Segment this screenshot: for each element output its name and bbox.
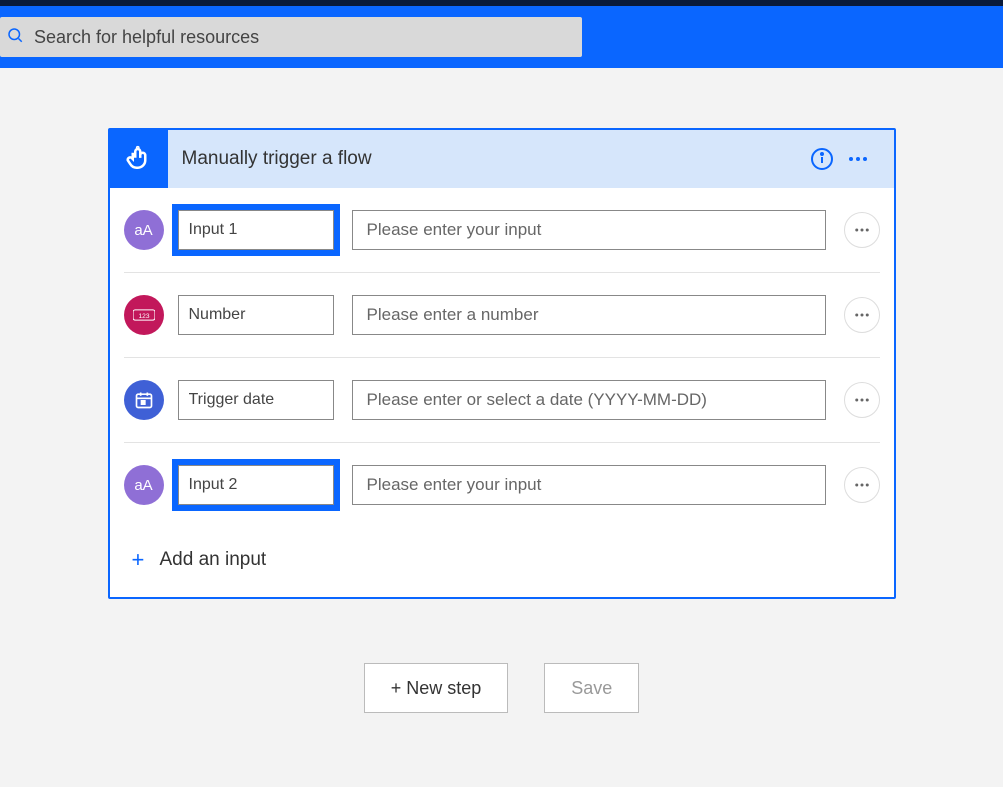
input-row: aA (124, 443, 880, 527)
search-input[interactable] (24, 27, 582, 48)
card-header: Manually trigger a flow (110, 130, 894, 188)
input-description-field[interactable] (352, 465, 826, 505)
row-menu-button[interactable] (844, 212, 880, 248)
row-menu-button[interactable] (844, 382, 880, 418)
input-row (124, 358, 880, 443)
input-description-field[interactable] (352, 380, 826, 420)
top-bar (0, 0, 1003, 68)
manual-trigger-icon (110, 130, 168, 188)
number-type-icon: 123 (124, 295, 164, 335)
input-name-field[interactable] (178, 465, 334, 505)
save-button[interactable]: Save (544, 663, 639, 713)
date-type-icon (124, 380, 164, 420)
card-title: Manually trigger a flow (182, 148, 804, 170)
info-button[interactable] (804, 141, 840, 177)
plus-icon: + (132, 547, 160, 573)
trigger-card: Manually trigger a flow aA 123 aA + Add an… (108, 128, 896, 599)
inputs-list: aA 123 aA (110, 188, 894, 527)
search-box[interactable] (0, 17, 582, 57)
text-type-icon: aA (124, 465, 164, 505)
input-row: aA (124, 188, 880, 273)
add-input-label: Add an input (160, 549, 267, 571)
input-name-field[interactable] (178, 210, 334, 250)
input-name-field[interactable] (178, 295, 334, 335)
input-description-field[interactable] (352, 210, 826, 250)
search-icon (6, 26, 24, 49)
input-row: 123 (124, 273, 880, 358)
card-menu-button[interactable] (840, 141, 876, 177)
row-menu-button[interactable] (844, 297, 880, 333)
input-name-field[interactable] (178, 380, 334, 420)
row-menu-button[interactable] (844, 467, 880, 503)
svg-text:123: 123 (138, 313, 149, 320)
input-description-field[interactable] (352, 295, 826, 335)
text-type-icon: aA (124, 210, 164, 250)
add-input-button[interactable]: + Add an input (124, 527, 880, 597)
new-step-button[interactable]: + New step (364, 663, 509, 713)
